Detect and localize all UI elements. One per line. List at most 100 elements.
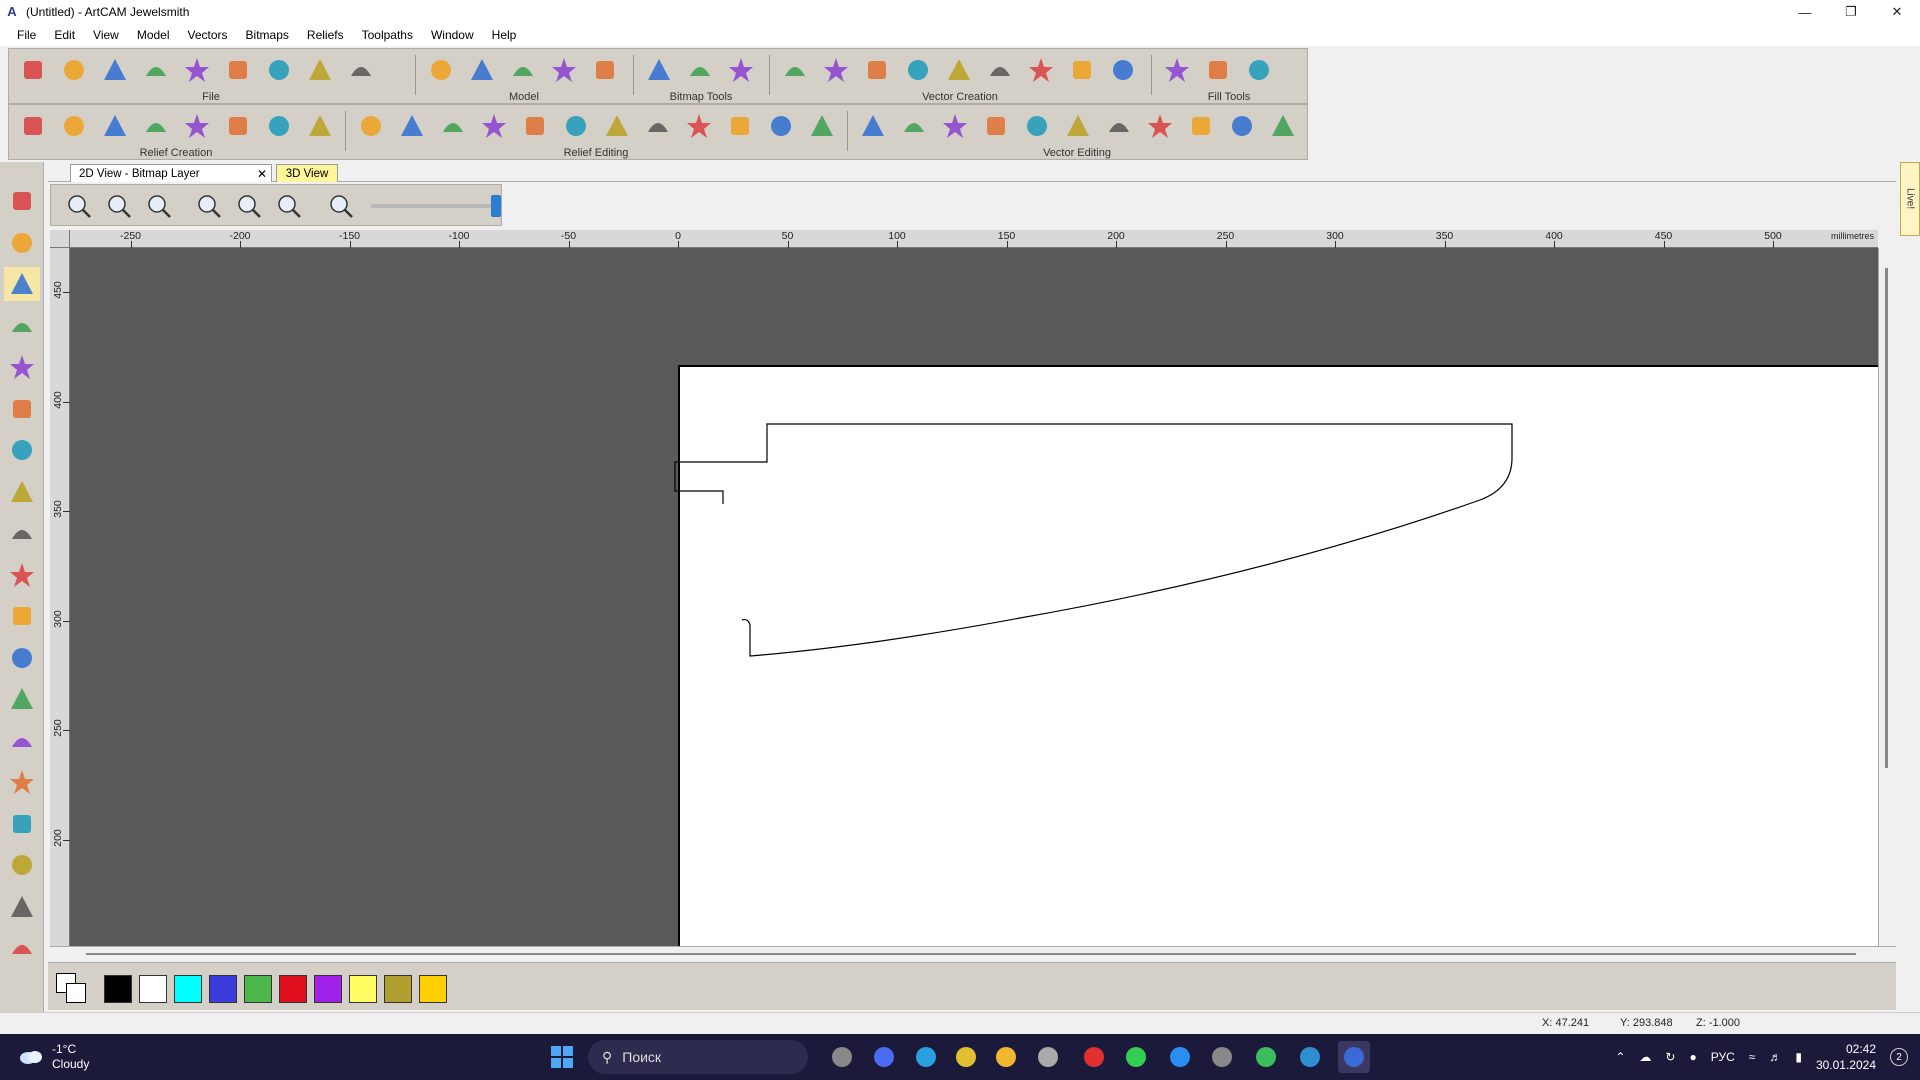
vertical-scroll-thumb[interactable]: [1885, 268, 1888, 768]
arc-icon[interactable]: [4, 682, 40, 716]
menu-reliefs[interactable]: Reliefs: [298, 24, 353, 46]
vector-editing-icon-11[interactable]: [1265, 109, 1300, 143]
database-icon[interactable]: [1032, 1041, 1064, 1073]
relief-editing-icon-11[interactable]: [763, 109, 798, 143]
vector-creation-icon-5[interactable]: [941, 53, 976, 87]
explorer-icon[interactable]: [826, 1041, 858, 1073]
relief-creation-icon-3[interactable]: [97, 109, 132, 143]
cut-icon[interactable]: [138, 53, 173, 87]
restore-icon[interactable]: ❐: [1828, 0, 1874, 24]
paste-icon[interactable]: [220, 53, 255, 87]
store-icon[interactable]: [1206, 1041, 1238, 1073]
vector-editing-icon-8[interactable]: [1142, 109, 1177, 143]
node-edit-icon[interactable]: [4, 309, 40, 343]
model-icon-3[interactable]: [505, 53, 540, 87]
refresh-icon[interactable]: ↻: [1665, 1050, 1675, 1064]
color-swatch[interactable]: [384, 975, 412, 1003]
text-tool-icon[interactable]: [4, 724, 40, 758]
vector-creation-icon-1[interactable]: [777, 53, 812, 87]
relief-creation-icon-6[interactable]: [220, 109, 255, 143]
cloud-sync-icon[interactable]: ☁: [1639, 1050, 1651, 1064]
zoom-slider-thumb[interactable]: [491, 195, 501, 217]
color-swatch[interactable]: [349, 975, 377, 1003]
fill-tool-icon-1[interactable]: [1159, 53, 1194, 87]
color-swatch[interactable]: [139, 975, 167, 1003]
chevron-up-icon[interactable]: ⌃: [1615, 1050, 1625, 1064]
yandex-icon[interactable]: [1078, 1041, 1110, 1073]
relief-editing-icon-7[interactable]: [599, 109, 634, 143]
zoom-all-icon[interactable]: [273, 190, 305, 222]
vector-drawing[interactable]: [70, 248, 1878, 946]
droplet-icon[interactable]: [4, 765, 40, 799]
bitmap-tool-icon-1[interactable]: [641, 53, 676, 87]
clock[interactable]: 02:42 30.01.2024: [1816, 1041, 1876, 1073]
color-swatch[interactable]: [419, 975, 447, 1003]
menu-toolpaths[interactable]: Toolpaths: [353, 24, 422, 46]
redo-icon[interactable]: [302, 53, 337, 87]
vscode-icon[interactable]: [1164, 1041, 1196, 1073]
save-icon[interactable]: [97, 53, 132, 87]
relief-editing-icon-5[interactable]: [517, 109, 552, 143]
paint-icon[interactable]: [4, 433, 40, 467]
folder-icon[interactable]: [990, 1041, 1022, 1073]
settings-icon[interactable]: [325, 190, 357, 222]
notes-icon[interactable]: [343, 53, 378, 87]
tab-2d-view[interactable]: 2D View - Bitmap Layer ✕: [70, 164, 272, 182]
close-tab-icon[interactable]: ✕: [257, 165, 267, 183]
color-swatch[interactable]: [174, 975, 202, 1003]
menu-help[interactable]: Help: [483, 24, 526, 46]
globe-icon[interactable]: [4, 226, 40, 260]
rectangle-icon[interactable]: [4, 558, 40, 592]
model-icon-1[interactable]: [423, 53, 458, 87]
relief-editing-icon-8[interactable]: [640, 109, 675, 143]
circle-icon[interactable]: [4, 599, 40, 633]
zoom-fit-icon[interactable]: [193, 190, 225, 222]
primary-secondary-color-icon[interactable]: [56, 973, 86, 1003]
vector-editing-icon-4[interactable]: [978, 109, 1013, 143]
model-icon-2[interactable]: [464, 53, 499, 87]
eraser-icon[interactable]: [4, 931, 40, 965]
vector-editing-icon-5[interactable]: [1019, 109, 1054, 143]
color-swatch[interactable]: [244, 975, 272, 1003]
microphone-icon[interactable]: ●: [1689, 1050, 1696, 1064]
eyedropper-icon[interactable]: [4, 890, 40, 924]
vector-creation-icon-2[interactable]: [818, 53, 853, 87]
relief-editing-icon-10[interactable]: [722, 109, 757, 143]
vector-editing-icon-9[interactable]: [1183, 109, 1218, 143]
nesting-icon[interactable]: [1023, 53, 1058, 87]
pycharm-icon[interactable]: [1120, 1041, 1152, 1073]
vector-creation-icon-4[interactable]: [900, 53, 935, 87]
relief-editing-icon-3[interactable]: [435, 109, 470, 143]
relief-creation-icon-1[interactable]: [15, 109, 50, 143]
live-tab[interactable]: Live!: [1900, 162, 1920, 236]
vector-shape-outline[interactable]: [674, 423, 1513, 657]
vector-editing-icon-3[interactable]: [937, 109, 972, 143]
color-swatch[interactable]: [209, 975, 237, 1003]
copy-icon[interactable]: [179, 53, 214, 87]
brush-icon[interactable]: [4, 807, 40, 841]
vector-creation-icon-9[interactable]: [1105, 53, 1140, 87]
volume-icon[interactable]: ♬: [1769, 1050, 1781, 1064]
transform-icon[interactable]: [4, 350, 40, 384]
relief-creation-icon-7[interactable]: [261, 109, 296, 143]
color-swatch[interactable]: [104, 975, 132, 1003]
notification-badge[interactable]: 2: [1890, 1048, 1908, 1066]
relief-creation-icon-8[interactable]: [302, 109, 337, 143]
chrome-icon[interactable]: [950, 1041, 982, 1073]
select-arrow-icon[interactable]: [4, 267, 40, 301]
relief-creation-icon-2[interactable]: [56, 109, 91, 143]
zoom-app-icon[interactable]: [868, 1041, 900, 1073]
minimize-icon[interactable]: —: [1782, 0, 1828, 24]
bitmap-tool-icon-2[interactable]: [682, 53, 717, 87]
vector-creation-icon-8[interactable]: [1064, 53, 1099, 87]
tab-3d-view[interactable]: 3D View: [276, 164, 338, 182]
artcam-taskbar-icon[interactable]: [1338, 1041, 1370, 1073]
menu-vectors[interactable]: Vectors: [179, 24, 237, 46]
bitmap-tool-icon-3[interactable]: [723, 53, 758, 87]
model-icon-4[interactable]: [546, 53, 581, 87]
relief-editing-icon-12[interactable]: [804, 109, 839, 143]
color-swatch[interactable]: [279, 975, 307, 1003]
relief-editing-icon-4[interactable]: [476, 109, 511, 143]
fill-icon[interactable]: [4, 475, 40, 509]
relief-editing-icon-6[interactable]: [558, 109, 593, 143]
